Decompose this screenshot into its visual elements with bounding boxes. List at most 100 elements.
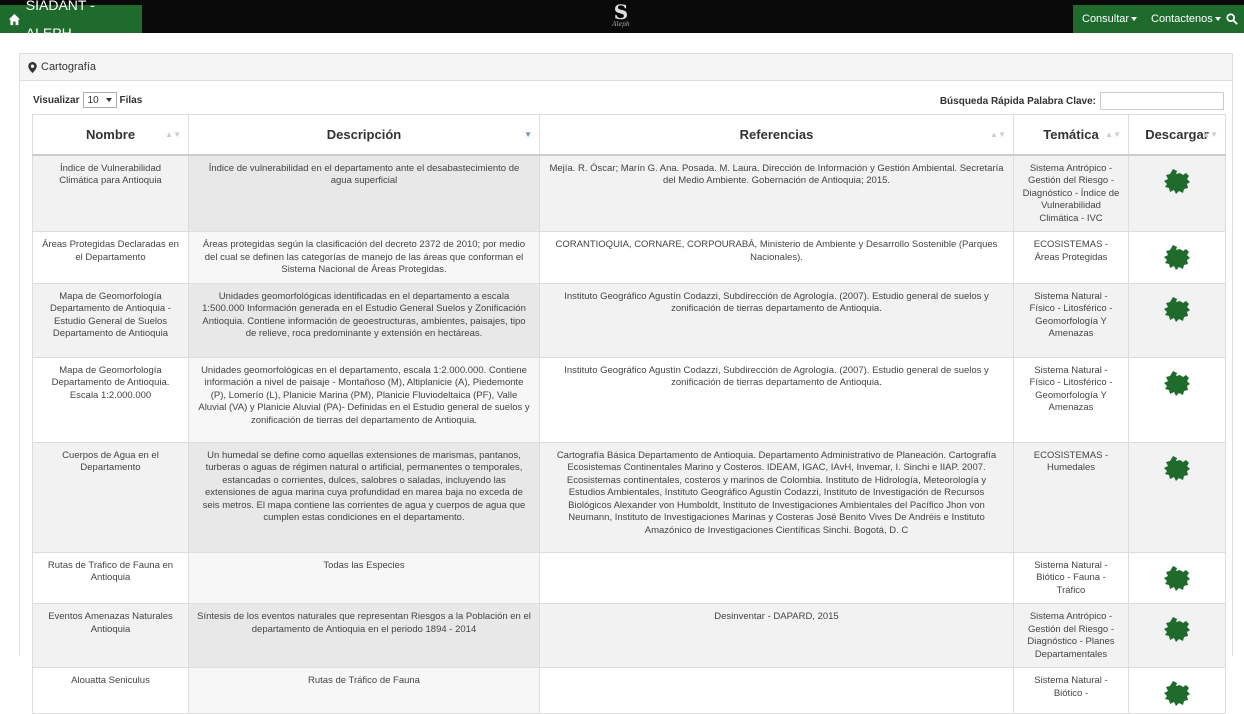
cell-descripcion: Áreas protegidas según la clasificación … bbox=[188, 231, 540, 284]
antioquia-map-icon[interactable] bbox=[1162, 565, 1192, 592]
cell-nombre: Índice de Vulnerabilidad Climática para … bbox=[32, 154, 189, 232]
cell-referencias: Instituto Geográfico Agustín Codazzi, Su… bbox=[539, 356, 1014, 443]
cell-nombre: Eventos Amenazas Naturales Antioquia bbox=[32, 603, 189, 668]
table-row: Alouatta Seniculus Rutas de Tráfico de Fa… bbox=[32, 667, 1226, 714]
cell-tematica: Sistema Antrópico - Gestión del Riesgo -… bbox=[1013, 603, 1129, 668]
table-row: Cuerpos de Agua en el Departamento Un hum… bbox=[32, 441, 1226, 553]
nav-consultar-menu[interactable]: Consultar bbox=[1082, 5, 1138, 33]
table-header-row: Nombre ▲▼ Descripción ▼ Referencias ▲▼ Temá… bbox=[32, 114, 1226, 156]
antioquia-map-icon[interactable] bbox=[1162, 680, 1192, 707]
cell-referencias: Cartografía Básica Departamento de Antio… bbox=[539, 441, 1014, 553]
column-header-label: Descripción bbox=[326, 126, 402, 142]
search-input[interactable] bbox=[1100, 92, 1224, 110]
page-length-control: Visualizar 10 Filas bbox=[33, 92, 142, 108]
cell-descripcion: Síntesis de los eventos naturales que re… bbox=[188, 603, 540, 668]
cell-referencias: CORANTIOQUIA, CORNARE, CORPOURABÁ, Minis… bbox=[539, 231, 1014, 284]
page-length-value: 10 bbox=[87, 94, 99, 106]
cell-tematica: ECOSISTEMAS - Humedales bbox=[1013, 441, 1129, 553]
cell-referencias bbox=[539, 667, 1014, 714]
table-row: Índice de Vulnerabilidad Climática para … bbox=[32, 154, 1226, 232]
chevron-down-icon bbox=[1131, 17, 1138, 22]
brand-link[interactable]: SIADANT - ALEPH bbox=[0, 0, 142, 41]
cell-descripcion: Unidades geomorfológicas en el departame… bbox=[188, 356, 540, 443]
cell-referencias: Mejía. R. Óscar; Marín G. Ana. Posada. M… bbox=[539, 154, 1014, 232]
antioquia-map-icon[interactable] bbox=[1162, 168, 1192, 195]
cell-descargar bbox=[1128, 603, 1226, 668]
search-label: Búsqueda Rápida Palabra Clave: bbox=[939, 95, 1096, 107]
cell-descargar bbox=[1128, 231, 1226, 284]
cell-nombre: Cuerpos de Agua en el Departamento bbox=[32, 441, 189, 553]
cell-descargar bbox=[1128, 154, 1226, 232]
cell-nombre: Mapa de Geomorfología Departamento de An… bbox=[32, 356, 189, 443]
sort-desc-icon: ▼ bbox=[524, 130, 532, 139]
cell-descargar bbox=[1128, 667, 1226, 714]
nav-consultar-label: Consultar bbox=[1082, 13, 1130, 25]
antioquia-map-icon[interactable] bbox=[1162, 455, 1192, 482]
column-header-label: Temática bbox=[1043, 126, 1099, 142]
chevron-down-icon bbox=[1214, 17, 1221, 22]
cell-descripcion: Todas las Especies bbox=[188, 551, 540, 604]
antioquia-map-icon[interactable] bbox=[1162, 370, 1192, 397]
aleph-logo: S Aleph bbox=[608, 0, 634, 31]
cell-descripcion: Índice de vulnerabilidad en el departame… bbox=[188, 154, 540, 232]
table-row: Áreas Protegidas Declaradas en el Depart… bbox=[32, 231, 1226, 284]
page-length-select[interactable]: 10 bbox=[82, 92, 117, 108]
table-row: Mapa de Geomorfología Departamento de An… bbox=[32, 356, 1226, 443]
column-header-label: Descargar bbox=[1145, 126, 1209, 142]
nav-contactenos-label: Contactenos bbox=[1151, 13, 1213, 25]
table-row: Mapa de Geomorfología Departamento de An… bbox=[32, 282, 1226, 358]
map-marker-icon bbox=[28, 61, 37, 73]
cell-tematica: Sistema Antrópico - Gestión del Riesgo -… bbox=[1013, 154, 1129, 232]
logo-letter: S bbox=[613, 0, 629, 24]
cell-referencias: Instituto Geográfico Agustín Codazzi, Su… bbox=[539, 282, 1014, 358]
cell-descargar bbox=[1128, 441, 1226, 553]
cell-tematica: Sistema Natural - Físico - Litosférico -… bbox=[1013, 356, 1129, 443]
column-header-label: Referencias bbox=[739, 126, 814, 142]
sort-icon: ▲▼ bbox=[1105, 130, 1121, 139]
panel-title: Cartografía bbox=[41, 61, 97, 73]
antioquia-map-icon[interactable] bbox=[1162, 616, 1192, 643]
cell-referencias: Desinventar - DAPARD, 2015 bbox=[539, 603, 1014, 668]
filas-label: Filas bbox=[119, 94, 143, 106]
panel-heading: Cartografía bbox=[20, 54, 1232, 81]
cell-descargar bbox=[1128, 356, 1226, 443]
cell-tematica: Sistema Natural - Biótico - Fauna - Tráf… bbox=[1013, 551, 1129, 604]
column-header-descargar[interactable]: Descargar ▲▼ bbox=[1128, 114, 1226, 156]
column-header-tematica[interactable]: Temática ▲▼ bbox=[1013, 114, 1129, 156]
cell-nombre: Alouatta Seniculus bbox=[32, 667, 189, 714]
cell-tematica: Sistema Natural - Físico - Litosférico -… bbox=[1013, 282, 1129, 358]
cell-descripcion: Unidades geomorfológicas identificadas e… bbox=[188, 282, 540, 358]
cell-nombre: Áreas Protegidas Declaradas en el Depart… bbox=[32, 231, 189, 284]
chevron-down-icon bbox=[105, 98, 112, 102]
cell-descargar bbox=[1128, 551, 1226, 604]
cell-descripcion: Un humedal se define como aquellas exten… bbox=[188, 441, 540, 553]
brand-title: SIADANT - ALEPH bbox=[25, 0, 95, 41]
table-body: Índice de Vulnerabilidad Climática para … bbox=[32, 154, 1226, 714]
table-controls: Visualizar 10 Filas Búsqueda Rápida Pala… bbox=[33, 92, 1224, 112]
search-icon[interactable] bbox=[1226, 13, 1238, 25]
top-navbar: SIADANT - ALEPH S Aleph Consultar Contac… bbox=[0, 0, 1244, 41]
column-header-label: Nombre bbox=[85, 126, 136, 142]
logo-subtext: Aleph bbox=[612, 21, 630, 28]
cell-nombre: Rutas de Trafico de Fauna en Antioquia bbox=[32, 551, 189, 604]
cell-tematica: Sistema Natural - Biótico - bbox=[1013, 667, 1129, 714]
home-icon bbox=[8, 13, 20, 25]
cell-descargar bbox=[1128, 282, 1226, 358]
column-header-referencias[interactable]: Referencias ▲▼ bbox=[539, 114, 1014, 156]
column-header-descripcion[interactable]: Descripción ▼ bbox=[188, 114, 540, 156]
sort-icon: ▲▼ bbox=[990, 130, 1006, 139]
antioquia-map-icon[interactable] bbox=[1162, 296, 1192, 323]
cell-referencias bbox=[539, 551, 1014, 604]
cell-tematica: ECOSISTEMAS - Áreas Protegidas bbox=[1013, 231, 1129, 284]
sort-icon: ▲▼ bbox=[1202, 130, 1218, 139]
cartografia-table: Nombre ▲▼ Descripción ▼ Referencias ▲▼ Temá… bbox=[32, 114, 1226, 714]
antioquia-map-icon[interactable] bbox=[1162, 244, 1192, 271]
table-row: Eventos Amenazas Naturales Antioquia Sínt… bbox=[32, 603, 1226, 668]
column-header-nombre[interactable]: Nombre ▲▼ bbox=[32, 114, 189, 156]
sort-icon: ▲▼ bbox=[165, 130, 181, 139]
quick-search: Búsqueda Rápida Palabra Clave: bbox=[940, 92, 1224, 110]
cell-descripcion: Rutas de Tráfico de Fauna bbox=[188, 667, 540, 714]
nav-contactenos-menu[interactable]: Contactenos bbox=[1151, 5, 1221, 33]
cell-nombre: Mapa de Geomorfología Departamento de An… bbox=[32, 282, 189, 358]
visualizar-label: Visualizar bbox=[33, 94, 80, 106]
